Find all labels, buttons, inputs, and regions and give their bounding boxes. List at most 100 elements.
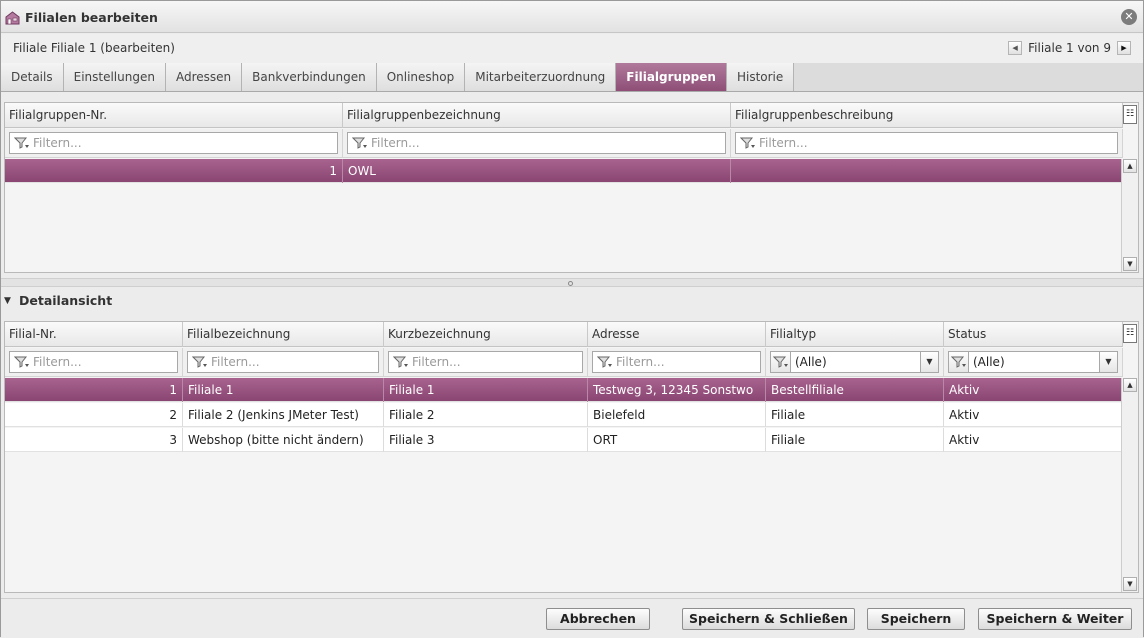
column-header-status[interactable]: Status bbox=[944, 322, 1123, 347]
store-icon bbox=[5, 11, 20, 25]
scroll-down-icon[interactable]: ▼ bbox=[1123, 257, 1137, 271]
filter-icon bbox=[192, 356, 207, 368]
column-chooser-icon[interactable]: ☷ bbox=[1123, 105, 1137, 124]
column-header-group-nr[interactable]: Filialgruppen-Nr. bbox=[5, 103, 343, 128]
dropdown-arrow-icon[interactable]: ▼ bbox=[920, 352, 938, 372]
cell-group-nr: 1 bbox=[5, 159, 343, 183]
save-and-next-button[interactable]: Speichern & Weiter bbox=[978, 608, 1132, 630]
filter-icon bbox=[393, 356, 408, 368]
filter-select-branch-type[interactable]: (Alle) ▼ bbox=[770, 351, 939, 373]
scroll-up-icon[interactable]: ▲ bbox=[1123, 378, 1137, 392]
column-header-branch-name[interactable]: Filialbezeichnung bbox=[183, 322, 384, 347]
filter-input-address[interactable]: Filtern... bbox=[592, 351, 761, 373]
scroll-up-icon[interactable]: ▲ bbox=[1123, 159, 1137, 173]
tab-details[interactable]: Details bbox=[1, 63, 64, 91]
tab-filialgruppen[interactable]: Filialgruppen bbox=[616, 63, 727, 91]
next-record-icon[interactable]: ▶ bbox=[1117, 41, 1131, 55]
previous-record-icon[interactable]: ◀ bbox=[1008, 41, 1023, 55]
filter-select-value: (Alle) bbox=[973, 355, 1005, 369]
tab-onlineshop[interactable]: Onlineshop bbox=[376, 63, 466, 91]
filter-icon[interactable] bbox=[949, 352, 969, 372]
tab-bar: Details Einstellungen Adressen Bankverbi… bbox=[1, 63, 1143, 92]
cell-short-name: Filiale 2 bbox=[384, 403, 588, 427]
table-row[interactable]: 1 Filiale 1 Filiale 1 Testweg 3, 12345 S… bbox=[5, 378, 1123, 402]
column-header-branch-type[interactable]: Filialtyp bbox=[766, 322, 944, 347]
filter-icon[interactable] bbox=[771, 352, 791, 372]
save-button[interactable]: Speichern bbox=[867, 608, 965, 630]
table-row[interactable]: 2 Filiale 2 (Jenkins JMeter Test) Filial… bbox=[5, 403, 1123, 427]
pager-text: Filiale 1 von 9 bbox=[1028, 41, 1111, 55]
filter-cell: Filtern... bbox=[588, 348, 766, 377]
filter-input-branch-name[interactable]: Filtern... bbox=[187, 351, 379, 373]
filter-cell: Filtern... bbox=[5, 348, 183, 377]
tab-adressen[interactable]: Adressen bbox=[165, 63, 243, 91]
column-header-group-description[interactable]: Filialgruppenbeschreibung bbox=[731, 103, 1123, 128]
cell-branch-name: Filiale 2 (Jenkins JMeter Test) bbox=[183, 403, 384, 427]
groups-filter-row: Filtern... Filtern... Filtern... bbox=[5, 129, 1123, 158]
filter-select-value: (Alle) bbox=[795, 355, 827, 369]
branches-filter-row: Filtern... Filtern... Filtern... Filtern… bbox=[5, 348, 1123, 377]
cell-branch-name: Filiale 1 bbox=[183, 378, 384, 402]
window-title: Filialen bearbeiten bbox=[25, 10, 158, 25]
filter-placeholder: Filtern... bbox=[616, 355, 665, 369]
save-and-close-button[interactable]: Speichern & Schließen bbox=[682, 608, 855, 630]
cell-branch-nr: 3 bbox=[5, 428, 183, 452]
filter-placeholder: Filtern... bbox=[759, 136, 808, 150]
filter-input-short-name[interactable]: Filtern... bbox=[388, 351, 583, 373]
filter-placeholder: Filtern... bbox=[33, 136, 82, 150]
filter-cell: Filtern... bbox=[384, 348, 588, 377]
detail-section-header[interactable]: ▼ Detailansicht bbox=[1, 290, 1143, 314]
cell-branch-nr: 1 bbox=[5, 378, 183, 402]
branches-scrollbar[interactable]: ▲ ▼ bbox=[1121, 378, 1138, 592]
collapse-triangle-icon[interactable]: ▼ bbox=[4, 290, 11, 312]
scroll-down-icon[interactable]: ▼ bbox=[1123, 577, 1137, 591]
filter-icon bbox=[597, 356, 612, 368]
tab-bankverbindungen[interactable]: Bankverbindungen bbox=[242, 63, 377, 91]
table-row[interactable]: 3 Webshop (bitte nicht ändern) Filiale 3… bbox=[5, 428, 1123, 452]
cell-short-name: Filiale 1 bbox=[384, 378, 588, 402]
filter-placeholder: Filtern... bbox=[371, 136, 420, 150]
branches-grid-header: Filial-Nr. Filialbezeichnung Kurzbezeich… bbox=[5, 322, 1123, 347]
tab-einstellungen[interactable]: Einstellungen bbox=[63, 63, 166, 91]
cell-branch-type: Filiale bbox=[766, 428, 944, 452]
column-header-branch-nr[interactable]: Filial-Nr. bbox=[5, 322, 183, 347]
cell-branch-type: Filiale bbox=[766, 403, 944, 427]
filter-cell: Filtern... bbox=[183, 348, 384, 377]
filter-input-group-description[interactable]: Filtern... bbox=[735, 132, 1118, 154]
cell-branch-type: Bestellfiliale bbox=[766, 378, 944, 402]
column-chooser-icon[interactable]: ☷ bbox=[1123, 324, 1137, 343]
filter-select-status[interactable]: (Alle) ▼ bbox=[948, 351, 1118, 373]
column-header-group-name[interactable]: Filialgruppenbezeichnung bbox=[343, 103, 731, 128]
filter-input-group-name[interactable]: Filtern... bbox=[347, 132, 726, 154]
cell-group-name: OWL bbox=[343, 159, 731, 183]
column-header-short-name[interactable]: Kurzbezeichnung bbox=[384, 322, 588, 347]
detail-section-title: Detailansicht bbox=[19, 293, 113, 308]
filter-icon bbox=[740, 137, 755, 149]
filter-cell: Filtern... bbox=[343, 129, 731, 158]
tab-historie[interactable]: Historie bbox=[726, 63, 795, 91]
groups-scrollbar[interactable]: ▲ ▼ bbox=[1121, 159, 1138, 272]
splitter-handle[interactable] bbox=[1, 278, 1143, 287]
filter-input-group-nr[interactable]: Filtern... bbox=[9, 132, 338, 154]
cell-branch-nr: 2 bbox=[5, 403, 183, 427]
grip-icon bbox=[568, 281, 573, 286]
filter-placeholder: Filtern... bbox=[211, 355, 260, 369]
branches-grid: Filial-Nr. Filialbezeichnung Kurzbezeich… bbox=[4, 321, 1139, 593]
cell-group-description bbox=[731, 159, 1123, 183]
filter-icon bbox=[14, 356, 29, 368]
table-row[interactable]: 1 OWL bbox=[5, 159, 1123, 183]
close-icon[interactable]: ✕ bbox=[1121, 9, 1137, 25]
groups-grid-header: Filialgruppen-Nr. Filialgruppenbezeichnu… bbox=[5, 103, 1123, 128]
cell-address: Bielefeld bbox=[588, 403, 766, 427]
tab-mitarbeiterzuordnung[interactable]: Mitarbeiterzuordnung bbox=[465, 63, 617, 91]
dropdown-arrow-icon[interactable]: ▼ bbox=[1099, 352, 1117, 372]
cell-short-name: Filiale 3 bbox=[384, 428, 588, 452]
dialog-window: Filialen bearbeiten ✕ Filiale Filiale 1 … bbox=[0, 0, 1144, 638]
filter-input-branch-nr[interactable]: Filtern... bbox=[9, 351, 178, 373]
cancel-button[interactable]: Abbrechen bbox=[546, 608, 650, 630]
filter-cell: Filtern... bbox=[731, 129, 1123, 158]
cell-address: ORT bbox=[588, 428, 766, 452]
cell-address: Testweg 3, 12345 Sonstwo bbox=[588, 378, 766, 402]
cell-status: Aktiv bbox=[944, 378, 1123, 402]
column-header-address[interactable]: Adresse bbox=[588, 322, 766, 347]
